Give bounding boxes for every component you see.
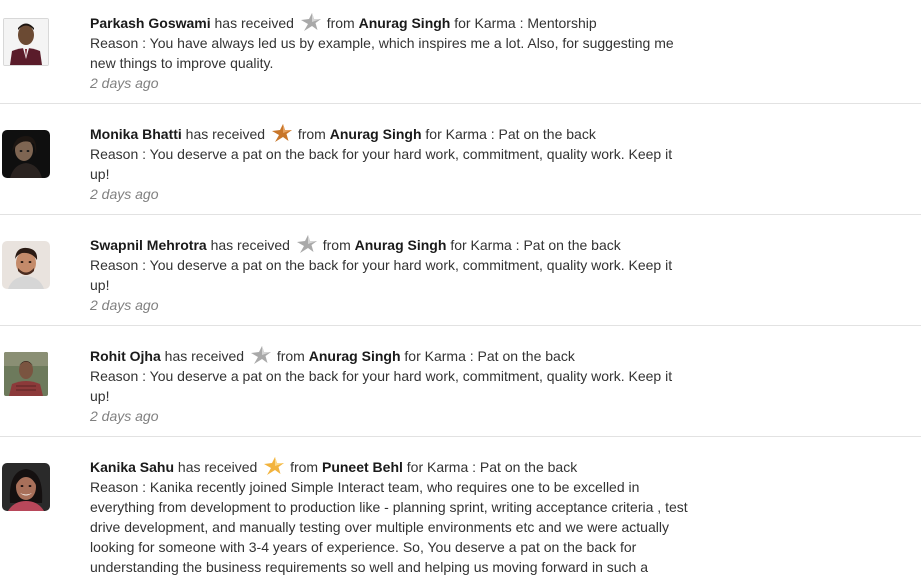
avatar[interactable] [2,130,50,178]
reason-text: Reason : You deserve a pat on the back f… [90,146,673,182]
avatar[interactable] [2,241,50,289]
silver-star-icon [300,13,321,31]
received-text: has received [214,15,294,31]
from-text: from [326,15,355,31]
silver-star-icon [296,235,317,253]
from-text: from [322,237,351,253]
entry-headline: Rohit Ojha has received from Anurag Sing… [90,346,690,366]
feed-entry: Monika Bhatti has received from Anurag S… [0,104,921,215]
avatar[interactable] [2,463,50,511]
reason-text: Reason : You deserve a pat on the back f… [90,368,673,404]
silver-star-icon [250,346,271,364]
entry-headline: Swapnil Mehrotra has received from Anura… [90,235,690,255]
feed-entry: Kanika Sahu has received from Puneet Beh… [0,437,921,575]
entry-content: Rohit Ojha has received from Anurag Sing… [90,346,690,426]
entry-headline: Monika Bhatti has received from Anurag S… [90,124,690,144]
entry-headline: Kanika Sahu has received from Puneet Beh… [90,457,690,477]
received-text: has received [177,459,258,475]
giver-name[interactable]: Anurag Singh [359,15,451,31]
timestamp: 2 days ago [90,408,159,424]
recipient-name[interactable]: Swapnil Mehrotra [90,237,207,253]
giver-name[interactable]: Puneet Behl [322,459,403,475]
entry-content: Kanika Sahu has received from Puneet Beh… [90,457,690,577]
giver-name[interactable]: Anurag Singh [309,348,401,364]
entry-content: Parkash Goswami has received from Anurag… [90,13,690,93]
received-text: has received [210,237,290,253]
avatar[interactable] [4,352,48,396]
reason-text: Reason : Kanika recently joined Simple I… [90,479,688,575]
karma-text: for Karma : Mentorship [454,15,597,31]
from-text: from [290,459,319,475]
gold-star-icon [264,457,285,475]
reason-text: Reason : You deserve a pat on the back f… [90,257,673,293]
entry-content: Swapnil Mehrotra has received from Anura… [90,235,690,315]
karma-text: for Karma : Pat on the back [425,126,596,142]
avatar[interactable] [3,18,49,66]
timestamp: 2 days ago [90,75,159,91]
giver-name[interactable]: Anurag Singh [330,126,422,142]
timestamp: 2 days ago [90,186,159,202]
received-text: has received [185,126,266,142]
karma-text: for Karma : Pat on the back [450,237,621,253]
entry-content: Monika Bhatti has received from Anurag S… [90,124,690,204]
entry-headline: Parkash Goswami has received from Anurag… [90,13,690,33]
recipient-name[interactable]: Parkash Goswami [90,15,211,31]
feed-entry: Parkash Goswami has received from Anurag… [0,0,921,104]
from-text: from [276,348,305,364]
from-text: from [297,126,326,142]
feed-entry: Swapnil Mehrotra has received from Anura… [0,215,921,326]
giver-name[interactable]: Anurag Singh [355,237,447,253]
reason-text: Reason : You have always led us by examp… [90,35,674,71]
recipient-name[interactable]: Monika Bhatti [90,126,182,142]
feed-entry: Rohit Ojha has received from Anurag Sing… [0,326,921,437]
received-text: has received [164,348,245,364]
timestamp: 2 days ago [90,297,159,313]
bronze-star-icon [271,124,292,142]
karma-text: for Karma : Pat on the back [404,348,575,364]
karma-feed: Parkash Goswami has received from Anurag… [0,0,921,575]
karma-text: for Karma : Pat on the back [406,459,578,475]
recipient-name[interactable]: Rohit Ojha [90,348,161,364]
recipient-name[interactable]: Kanika Sahu [90,459,174,475]
